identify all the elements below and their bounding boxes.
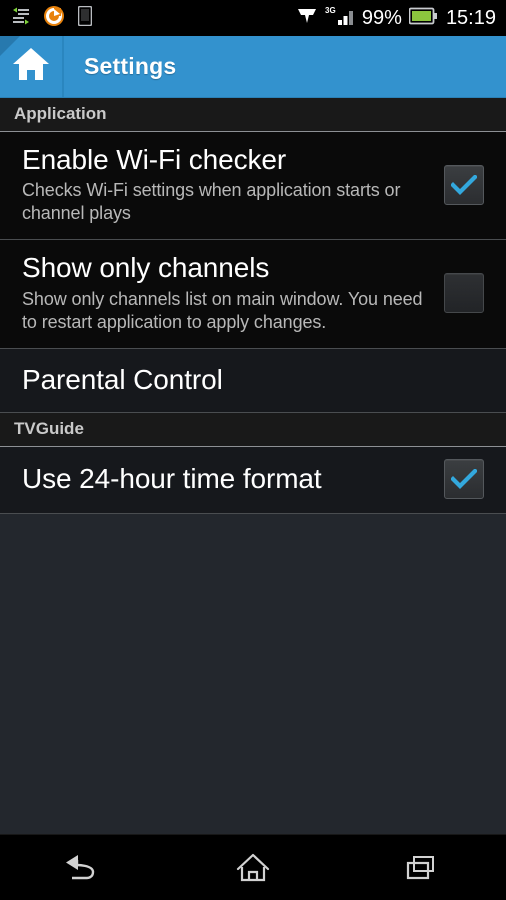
nav-home-button[interactable] (198, 835, 308, 900)
recent-apps-icon (406, 855, 434, 879)
pref-texts: Use 24-hour time format (22, 463, 440, 494)
phone-screen: 3G 99% 15:19 Settings Application Enable… (0, 0, 506, 900)
section-header-label: TVGuide (14, 418, 84, 438)
settings-list: Application Enable Wi-Fi checker Checks … (0, 98, 506, 834)
section-header-label: Application (14, 104, 107, 123)
action-bar-home-button[interactable] (0, 36, 62, 97)
pref-texts: Parental Control (22, 364, 488, 395)
pref-title: Enable Wi-Fi checker (22, 144, 287, 175)
device-icon (77, 5, 93, 31)
vpn-icon (296, 6, 318, 31)
checkmark-icon (451, 468, 477, 489)
sync-app-icon (43, 5, 65, 32)
home-outline-icon (236, 853, 270, 881)
pref-title: Show only channels (22, 252, 270, 284)
checkbox-show-only-channels[interactable] (444, 273, 484, 314)
back-arrow-icon (66, 854, 95, 879)
pref-title: Parental Control (22, 363, 223, 395)
battery-percent-label: 99% (361, 7, 402, 29)
pref-summary: Checks Wi-Fi settings when application s… (22, 180, 401, 224)
pref-widget (440, 164, 488, 205)
nav-recents-button[interactable] (367, 835, 477, 900)
checkmark-icon (451, 174, 477, 195)
status-bar-clock: 15:19 (445, 6, 496, 29)
status-bar: 3G 99% 15:19 (0, 0, 506, 36)
signal-3g-icon: 3G (325, 5, 355, 32)
pref-show-only-channels[interactable]: Show only channels Show only channels li… (0, 240, 506, 349)
nav-back-button[interactable] (29, 835, 139, 900)
up-caret-icon (0, 36, 20, 56)
pref-enable-wifi-checker[interactable]: Enable Wi-Fi checker Checks Wi-Fi settin… (0, 132, 506, 241)
pref-texts: Enable Wi-Fi checker Checks Wi-Fi settin… (22, 144, 440, 225)
pref-texts: Show only channels Show only channels li… (22, 252, 440, 333)
pref-parental-control[interactable]: Parental Control (0, 348, 506, 413)
pref-title: Use 24-hour time format (22, 463, 322, 495)
data-transfer-icon (12, 7, 30, 30)
pref-use-24-hour-time-format[interactable]: Use 24-hour time format (0, 446, 506, 514)
system-navigation-bar (0, 834, 506, 900)
svg-text:3G: 3G (325, 6, 336, 15)
status-bar-right-icons: 3G 99% 15:19 (296, 5, 496, 32)
pref-widget (440, 273, 488, 314)
pref-summary: Show only channels list on main window. … (22, 288, 423, 332)
section-header-application: Application (0, 98, 506, 132)
checkbox-use-24-hour-time-format[interactable] (444, 458, 484, 499)
checkbox-enable-wifi-checker[interactable] (444, 164, 484, 205)
action-bar: Settings (0, 36, 506, 98)
section-header-tvguide: TVGuide (0, 412, 506, 447)
pref-widget (440, 458, 488, 499)
battery-icon (408, 7, 437, 30)
status-bar-left-icons (12, 5, 93, 32)
page-title: Settings (84, 53, 177, 79)
